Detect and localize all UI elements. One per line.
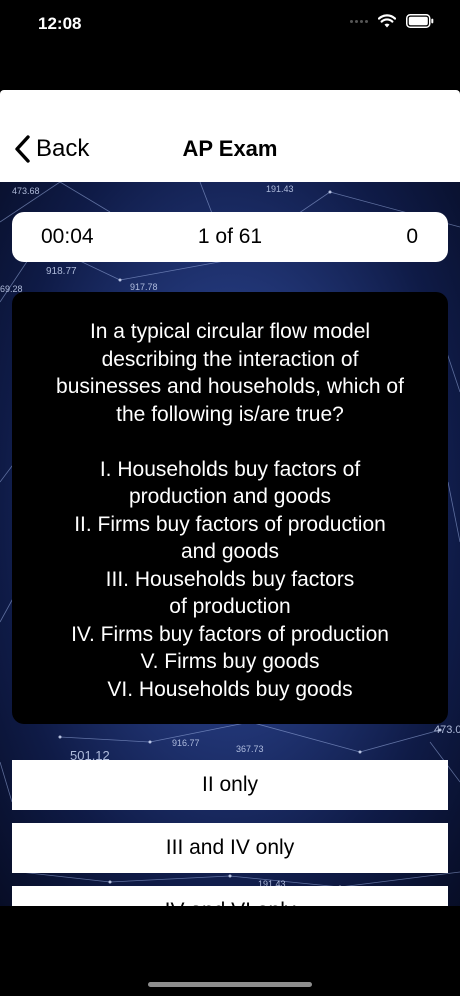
status-icons bbox=[350, 14, 434, 28]
background-number: 473.01 bbox=[434, 724, 460, 736]
quiz-info-bar: 00:04 1 of 61 0 bbox=[12, 212, 448, 262]
question-line: the following is/are true? bbox=[116, 402, 344, 426]
home-indicator[interactable] bbox=[148, 982, 312, 987]
question-progress: 1 of 61 bbox=[197, 225, 263, 248]
question-line: and goods bbox=[180, 540, 280, 563]
navigation-bar: Back AP Exam bbox=[0, 90, 460, 182]
background-number: 916.77 bbox=[172, 738, 200, 748]
question-line: IV. Firms buy factors of production bbox=[71, 622, 389, 646]
answer-option-button[interactable]: IV and VI only bbox=[12, 886, 448, 906]
answer-option-button[interactable]: III and IV only bbox=[12, 823, 448, 873]
question-line: In a typical circular flow model bbox=[89, 320, 371, 343]
page-title: AP Exam bbox=[182, 136, 278, 161]
question-line: I. Households buy factors of bbox=[99, 457, 361, 481]
background-number: 191.43 bbox=[266, 184, 294, 194]
background-number: 367.73 bbox=[236, 744, 264, 754]
question-line: businesses and households, which of bbox=[56, 375, 404, 398]
background-number: 917.78 bbox=[130, 282, 158, 292]
question-line: III. Households buy factors bbox=[105, 567, 355, 591]
question-line: II. Firms buy factors of production bbox=[74, 512, 386, 536]
question-line: of production bbox=[169, 595, 291, 618]
question-line bbox=[26, 428, 434, 456]
battery-icon bbox=[406, 14, 434, 28]
question-line: production and goods bbox=[129, 485, 331, 508]
question-line: VI. Households buy goods bbox=[107, 677, 353, 701]
background-number: 473.68 bbox=[12, 186, 40, 196]
question-card: In a typical circular flow model describ… bbox=[12, 292, 448, 724]
question-text: In a typical circular flow model describ… bbox=[26, 318, 434, 703]
bottom-area bbox=[0, 906, 460, 996]
wifi-icon bbox=[378, 14, 396, 28]
background-number: 918.77 bbox=[46, 266, 77, 277]
quiz-background: 473.68 191.43 918.77 917.78 69.28 473.01… bbox=[0, 182, 460, 906]
question-line: V. Firms buy goods bbox=[140, 650, 320, 673]
score-display: 0 bbox=[406, 225, 418, 248]
signal-icon bbox=[350, 19, 368, 23]
answer-option-button[interactable]: II only bbox=[12, 760, 448, 810]
status-time: 12:08 bbox=[38, 14, 82, 33]
question-line: describing the interaction of bbox=[101, 347, 359, 371]
status-bar: 12:08 bbox=[0, 0, 460, 52]
